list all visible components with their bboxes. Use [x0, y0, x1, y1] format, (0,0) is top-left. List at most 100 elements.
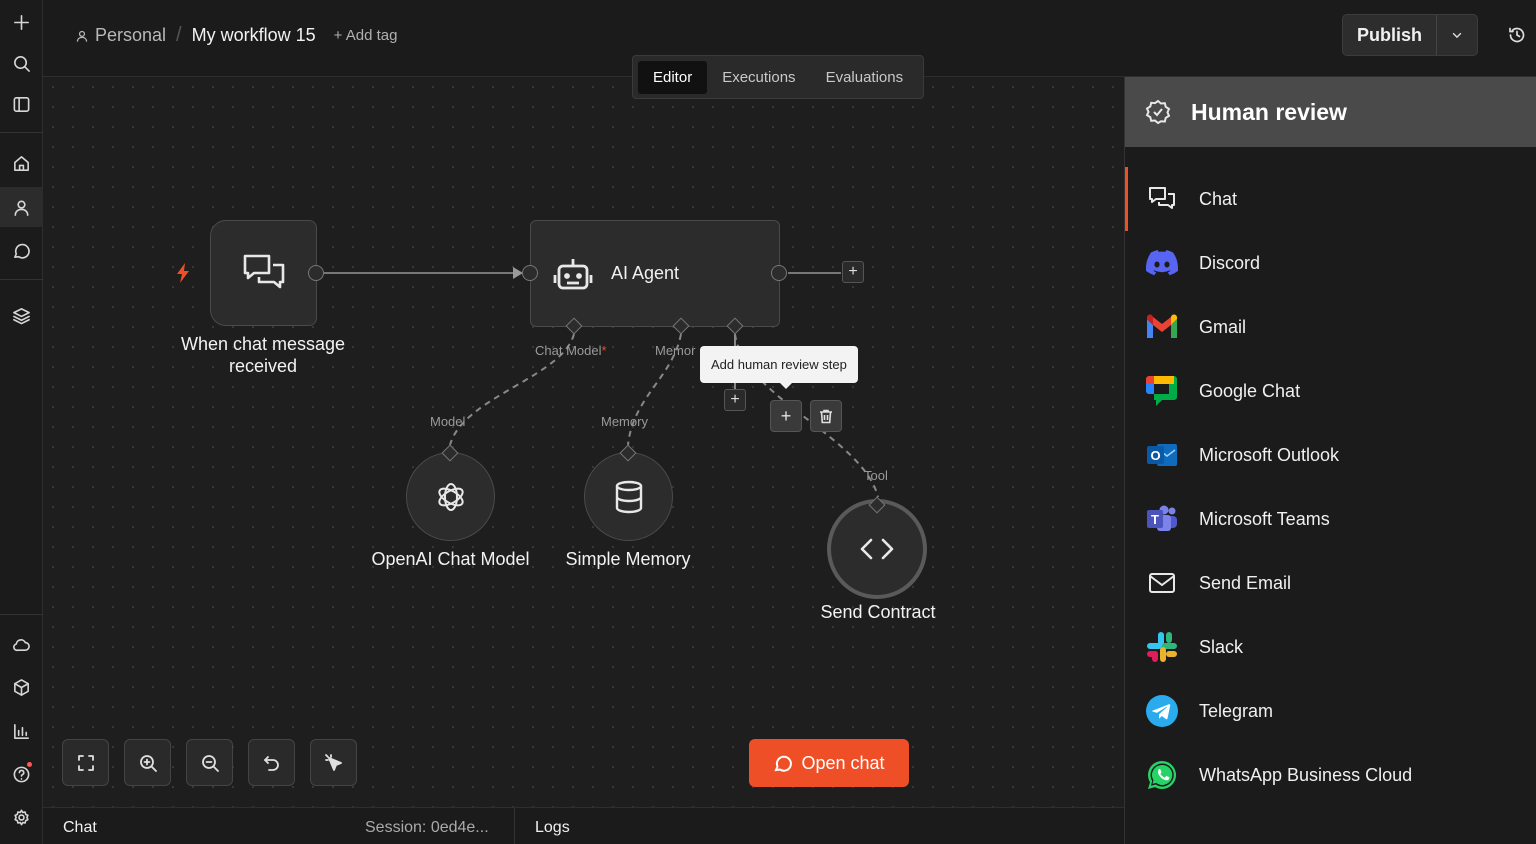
breadcrumb-personal[interactable]: Personal [75, 25, 166, 46]
rail-divider [0, 614, 43, 615]
notification-dot [27, 762, 32, 767]
open-chat-label: Open chat [801, 752, 885, 773]
logs-panel-tab[interactable]: Logs [535, 819, 570, 837]
chat-bubble-icon [774, 755, 793, 772]
templates-icon[interactable] [0, 667, 43, 707]
add-tag-button[interactable]: + Add tag [334, 27, 398, 44]
memory-node-label: Simple Memory [565, 549, 691, 569]
tool-connection-label: Tool [864, 468, 888, 483]
list-item-outlook[interactable]: O Microsoft Outlook [1125, 423, 1536, 487]
chat-panel-tab[interactable]: Chat [63, 819, 97, 837]
tab-evaluations[interactable]: Evaluations [811, 61, 919, 94]
discord-icon [1145, 246, 1179, 280]
chat-bubbles-icon [243, 254, 284, 289]
simple-memory-node[interactable] [584, 452, 673, 541]
help-icon[interactable] [0, 754, 43, 794]
list-item-google-chat[interactable]: Google Chat [1125, 359, 1536, 423]
list-item-label: Slack [1199, 636, 1244, 657]
rail-divider [0, 132, 43, 133]
publish-dropdown-button[interactable] [1437, 15, 1477, 55]
database-icon [615, 480, 642, 513]
add-icon[interactable] [0, 2, 43, 42]
zoom-out-button[interactable] [186, 739, 233, 786]
chat-rail-icon[interactable] [0, 231, 43, 271]
robot-icon [553, 258, 593, 289]
breadcrumb-personal-label: Personal [95, 25, 167, 45]
human-review-tooltip: Add human review step [700, 346, 858, 389]
list-item-teams[interactable]: T Microsoft Teams [1125, 487, 1536, 551]
zoom-in-button[interactable] [124, 739, 171, 786]
user-icon [76, 30, 88, 42]
tab-editor[interactable]: Editor [638, 60, 708, 94]
agent-output-port[interactable] [771, 265, 787, 281]
delete-connection-button[interactable] [810, 400, 842, 432]
add-tool-button[interactable]: + [724, 389, 746, 411]
email-icon [1145, 566, 1179, 600]
fit-view-button[interactable] [62, 739, 109, 786]
panel-header: Human review [1125, 77, 1536, 147]
connections [324, 267, 879, 498]
undo-button[interactable] [248, 739, 295, 786]
tidy-up-button[interactable] [310, 739, 357, 786]
search-icon[interactable] [0, 43, 43, 83]
ai-agent-node[interactable]: AI Agent [530, 220, 780, 327]
add-human-review-button[interactable]: + [770, 400, 802, 432]
list-item-label: Google Chat [1199, 380, 1301, 401]
trigger-output-port[interactable] [308, 265, 324, 281]
trigger-node-label: When chat message received [180, 334, 346, 376]
personal-icon[interactable] [0, 187, 43, 227]
chat-trigger-node[interactable] [210, 220, 317, 326]
openai-icon [437, 482, 464, 511]
openai-node-label: OpenAI Chat Model [371, 549, 530, 569]
svg-text:O: O [1150, 448, 1160, 463]
list-item-send-email[interactable]: Send Email [1125, 551, 1536, 615]
workflow-canvas[interactable]: When chat message received AI Agent + Ch… [43, 77, 1124, 807]
list-item-label: Telegram [1199, 700, 1274, 721]
undo-icon [263, 755, 279, 771]
history-icon[interactable] [1507, 25, 1527, 50]
chevron-down-icon [1452, 32, 1462, 39]
sidebar-toggle-icon[interactable] [0, 84, 43, 124]
panel-title: Human review [1191, 98, 1347, 125]
send-contract-node[interactable] [827, 499, 927, 599]
open-chat-button[interactable]: Open chat [749, 739, 909, 787]
breadcrumb: Personal / My workflow 15 + Add tag [75, 24, 397, 47]
model-connection-label: Model [430, 414, 466, 429]
cloud-icon[interactable] [0, 624, 43, 664]
left-rail [0, 0, 43, 844]
list-item-label: Microsoft Outlook [1199, 444, 1340, 465]
gmail-icon [1145, 310, 1179, 344]
list-item-telegram[interactable]: Telegram [1125, 679, 1536, 743]
rail-divider [0, 279, 43, 280]
layers-icon[interactable] [0, 295, 43, 335]
list-item-slack[interactable]: Slack [1125, 615, 1536, 679]
trash-icon [820, 409, 832, 423]
openai-chat-model-node[interactable] [406, 452, 495, 541]
home-icon[interactable] [0, 143, 43, 183]
workflow-name[interactable]: My workflow 15 [192, 25, 316, 46]
list-item-label: Discord [1199, 252, 1261, 273]
chat-icon [1145, 182, 1179, 216]
fullscreen-icon [77, 754, 94, 771]
insights-icon[interactable] [0, 711, 43, 751]
list-item-label: Microsoft Teams [1199, 508, 1330, 529]
slack-icon [1145, 630, 1179, 664]
list-item-chat[interactable]: Chat [1125, 167, 1536, 231]
publish-button-group: Publish [1342, 14, 1478, 56]
tab-executions[interactable]: Executions [707, 61, 810, 94]
outlook-icon: O [1145, 438, 1179, 472]
publish-button[interactable]: Publish [1343, 15, 1437, 55]
settings-icon[interactable] [0, 797, 43, 837]
list-item-gmail[interactable]: Gmail [1125, 295, 1536, 359]
session-id: Session: 0ed4e... [365, 819, 489, 836]
agent-input-port[interactable] [522, 265, 538, 281]
svg-text:T: T [1151, 512, 1159, 527]
zoom-out-icon [201, 754, 219, 772]
whatsapp-icon [1145, 758, 1179, 792]
list-item-discord[interactable]: Discord [1125, 231, 1536, 295]
ai-agent-label: AI Agent [611, 263, 680, 283]
telegram-icon [1145, 694, 1179, 728]
list-item-whatsapp[interactable]: WhatsApp Business Cloud [1125, 743, 1536, 807]
google-chat-icon [1145, 374, 1179, 408]
add-next-node-button[interactable]: + [842, 261, 864, 283]
